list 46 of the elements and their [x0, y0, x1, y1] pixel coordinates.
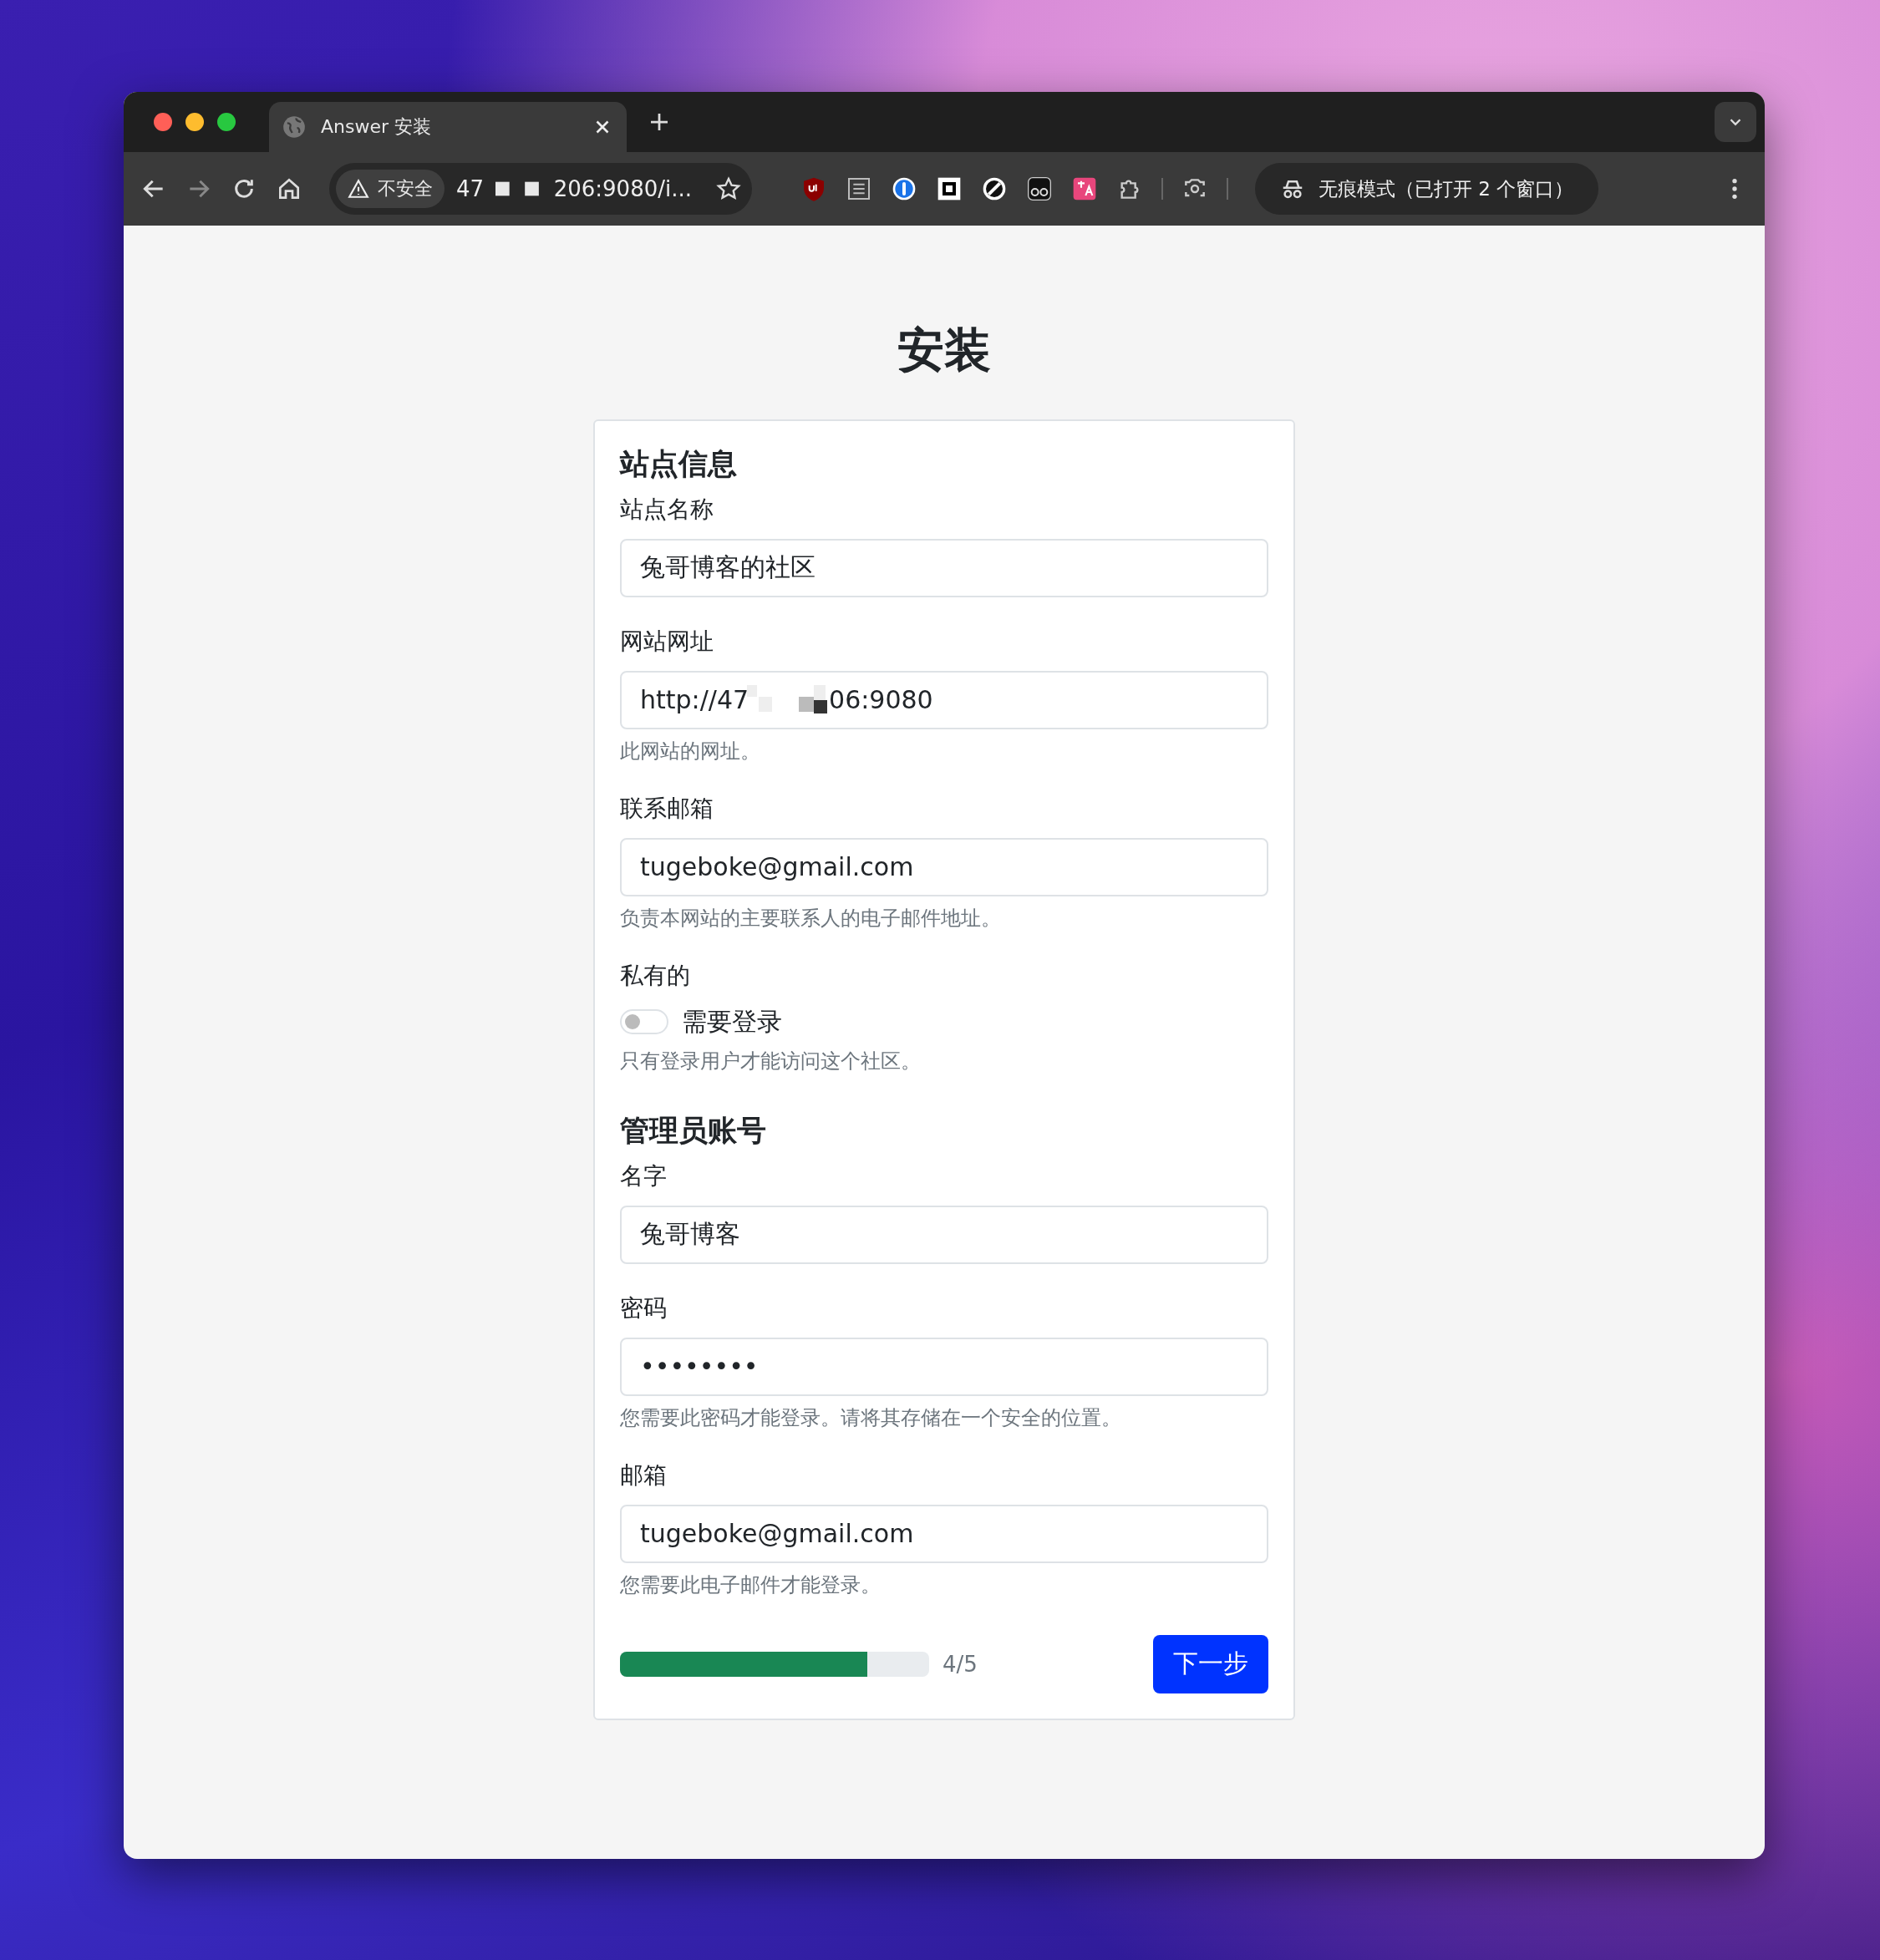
next-button[interactable]: 下一步	[1153, 1634, 1268, 1693]
url-text: 206:9080/i...	[553, 176, 692, 201]
security-chip[interactable]: 不安全	[336, 170, 445, 208]
minimize-window-button[interactable]	[185, 113, 204, 131]
key-icon[interactable]	[891, 175, 917, 202]
help-text: 您需要此密码才能登录。请将其存储在一个安全的位置。	[620, 1404, 1122, 1431]
toggle-switch[interactable]	[620, 1009, 668, 1035]
incognito-chip[interactable]: 无痕模式（已打开 2 个窗口）	[1255, 163, 1599, 215]
section-heading: 站点信息	[620, 445, 738, 482]
field-label: 网站网址	[620, 626, 714, 657]
field-label: 密码	[620, 1292, 668, 1323]
browser-tab[interactable]: Answer 安装	[269, 102, 627, 152]
star-icon[interactable]	[715, 175, 742, 202]
input-field[interactable]: tugeboke@gmail.com	[620, 1504, 1268, 1563]
help-text: 此网站的网址。	[620, 738, 761, 764]
field-label: 名字	[620, 1160, 668, 1191]
warning-icon	[348, 178, 369, 200]
close-window-button[interactable]	[154, 113, 172, 131]
help-text: 负责本网站的主要联系人的电子邮件地址。	[620, 905, 1002, 932]
switch-label: 需要登录	[682, 1005, 782, 1038]
page-title: 安装	[897, 324, 991, 376]
globe-icon	[282, 115, 306, 139]
address-bar[interactable]: 不安全 47 206:9080/i...	[329, 163, 752, 215]
field-label: 私有的	[620, 960, 691, 991]
security-label: 不安全	[378, 177, 433, 201]
tab-title: Answer 安装	[321, 115, 433, 139]
input-field[interactable]: tugeboke@gmail.com	[620, 837, 1268, 896]
glasses-icon[interactable]	[1026, 175, 1053, 202]
incognito-label: 无痕模式（已打开 2 个窗口）	[1319, 176, 1574, 201]
progress-reading: 4/5	[943, 1651, 978, 1677]
square-icon[interactable]	[936, 175, 963, 202]
input-field[interactable]: 兔哥博客的社区	[620, 538, 1268, 597]
list-icon[interactable]	[846, 175, 872, 202]
blocked-icon[interactable]	[981, 175, 1008, 202]
url-text: 47	[456, 176, 485, 201]
maximize-window-button[interactable]	[217, 113, 236, 131]
input-field[interactable]: 兔哥博客	[620, 1205, 1268, 1264]
section-heading: 管理员账号	[620, 1112, 767, 1149]
help-text: 您需要此电子邮件才能登录。	[620, 1572, 882, 1598]
password-field[interactable]: ••••••••	[620, 1337, 1268, 1396]
field-label: 站点名称	[620, 494, 714, 525]
field-label: 邮箱	[620, 1460, 668, 1490]
field-label: 联系邮箱	[620, 793, 714, 824]
help-text: 只有登录用户才能访问这个社区。	[620, 1048, 922, 1074]
input-field[interactable]: http://47 06:9080	[620, 670, 1268, 729]
translate-icon[interactable]	[1071, 175, 1098, 202]
